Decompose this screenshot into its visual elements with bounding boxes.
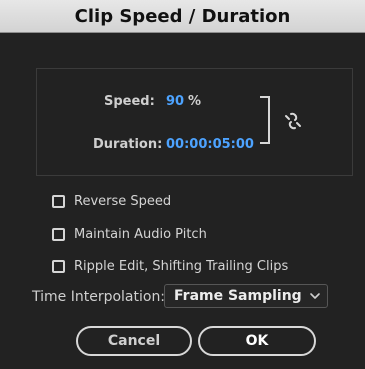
ripple-edit-checkbox-row[interactable]: Ripple Edit, Shifting Trailing Clips	[52, 256, 288, 276]
time-interpolation-selected-value: Frame Sampling	[174, 288, 302, 304]
broken-chain-link-icon[interactable]	[282, 110, 304, 132]
speed-unit: %	[188, 94, 202, 109]
reverse-speed-checkbox-row[interactable]: Reverse Speed	[52, 191, 171, 211]
chevron-down-icon[interactable]	[303, 285, 327, 307]
speed-duration-group	[36, 68, 353, 176]
ripple-edit-label: Ripple Edit, Shifting Trailing Clips	[74, 258, 289, 274]
ok-button[interactable]: OK	[198, 326, 316, 356]
reverse-speed-checkbox[interactable]	[52, 194, 65, 208]
maintain-audio-pitch-checkbox-row[interactable]: Maintain Audio Pitch	[52, 224, 207, 244]
time-interpolation-label: Time Interpolation:	[32, 289, 166, 305]
duration-label: Duration:	[93, 137, 163, 152]
clip-speed-duration-dialog: Clip Speed / Duration Speed: 90 % Durati…	[0, 0, 365, 369]
dialog-titlebar[interactable]: Clip Speed / Duration	[0, 0, 365, 33]
maintain-audio-pitch-checkbox[interactable]	[52, 227, 65, 241]
time-interpolation-select[interactable]: Frame Sampling	[164, 284, 328, 308]
maintain-audio-pitch-label: Maintain Audio Pitch	[74, 226, 207, 242]
ripple-edit-checkbox[interactable]	[52, 259, 65, 273]
reverse-speed-label: Reverse Speed	[74, 193, 172, 209]
speed-duration-link-bracket	[260, 96, 270, 144]
speed-label: Speed:	[104, 94, 155, 109]
duration-value-field[interactable]: 00:00:05:00	[166, 137, 254, 152]
dialog-title: Clip Speed / Duration	[74, 5, 291, 27]
speed-value-field[interactable]: 90	[166, 94, 184, 109]
cancel-button[interactable]: Cancel	[76, 326, 192, 356]
